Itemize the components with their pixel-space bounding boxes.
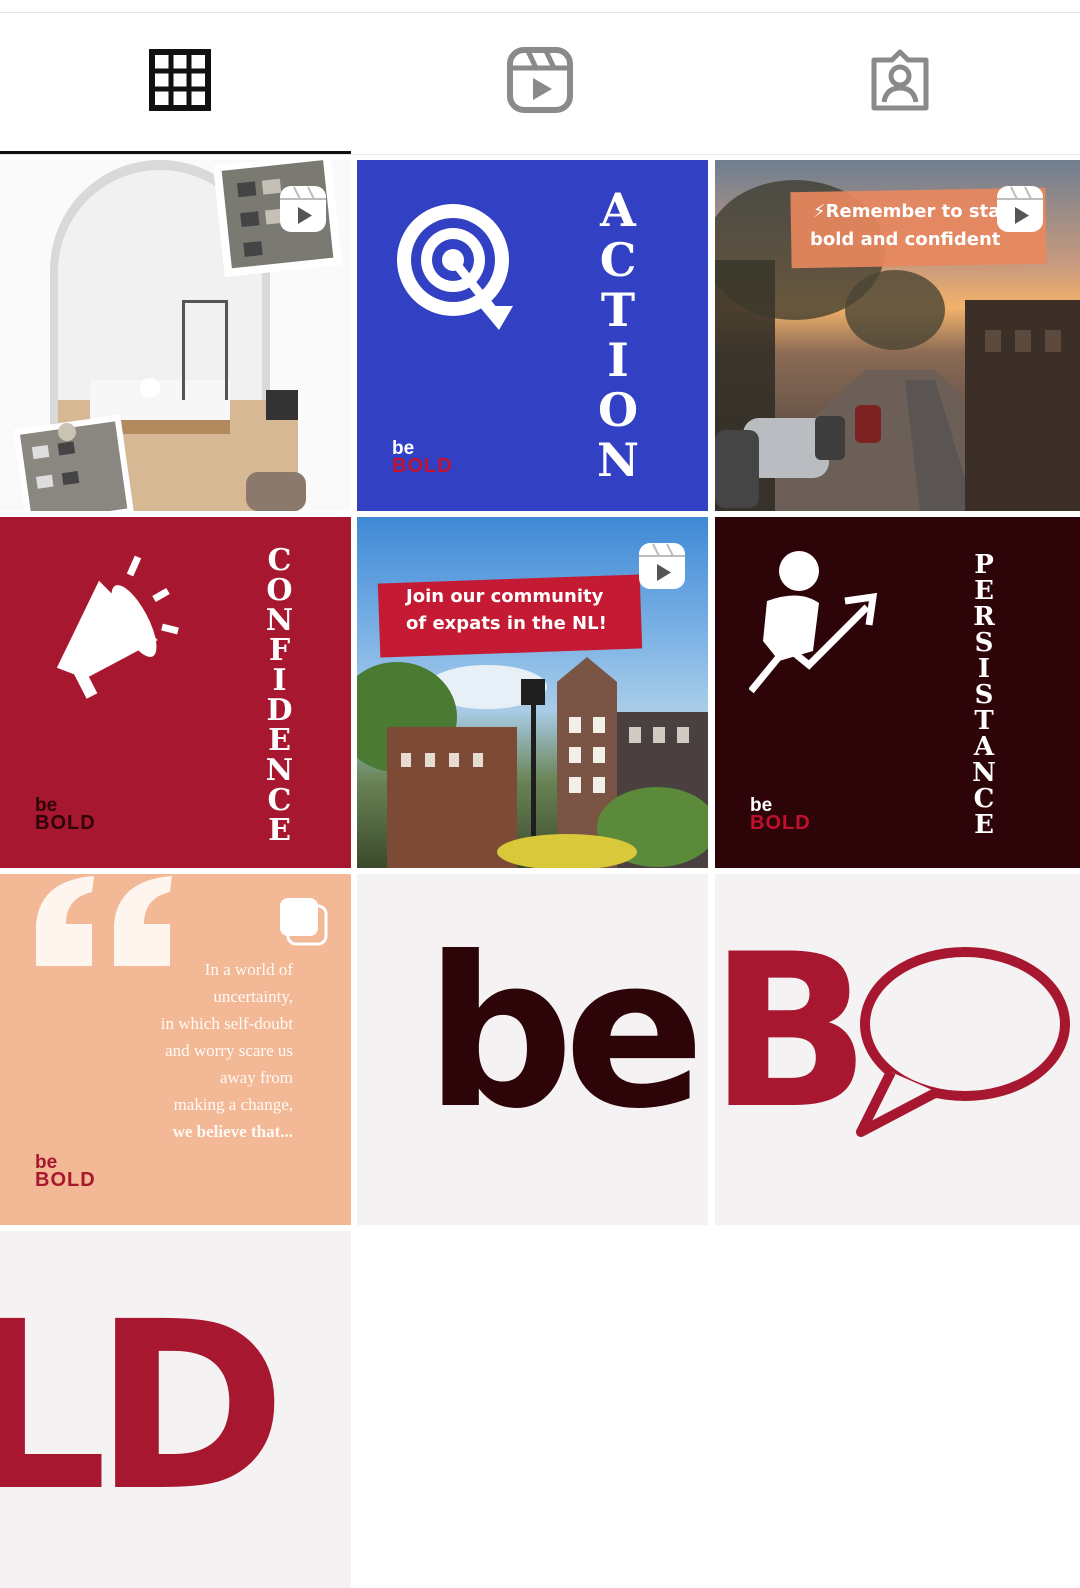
post3-caption-line1: ⚡Remember to stay bbox=[813, 201, 1012, 222]
quote-line: and worry scare us bbox=[165, 1041, 293, 1060]
logo-part-be: be bbox=[425, 913, 705, 1155]
megaphone-icon bbox=[56, 555, 179, 699]
logo-bold: BOLD bbox=[392, 455, 453, 477]
post-word-persistance: PERSISTANCE bbox=[969, 550, 999, 836]
reel-badge-icon bbox=[997, 186, 1043, 232]
tagged-person-icon bbox=[871, 49, 929, 111]
bebold-logo: be BOLD bbox=[392, 439, 453, 477]
post-tile-confidence[interactable]: CONFIDENCE be BOLD bbox=[0, 517, 351, 868]
post-tile-persistance[interactable]: PERSISTANCE be BOLD bbox=[715, 517, 1080, 868]
quote-line: making a change, bbox=[173, 1095, 293, 1114]
bebold-logo: be BOLD bbox=[35, 796, 96, 834]
tabs-divider bbox=[0, 154, 1080, 155]
post-word-confidence: CONFIDENCE bbox=[262, 543, 297, 843]
post-tile-amsterdam[interactable]: Join our community of expats in the NL! bbox=[357, 517, 708, 868]
post-word-action: ACTION bbox=[591, 183, 645, 483]
logo-bold: BOLD bbox=[35, 1169, 96, 1191]
quote-line: away from bbox=[219, 1068, 293, 1087]
bebold-logo: be BOLD bbox=[35, 1153, 96, 1191]
person-climbing-icon bbox=[749, 551, 878, 694]
target-icon bbox=[397, 204, 513, 330]
quote-line: uncertainty, bbox=[213, 987, 293, 1006]
carousel-icon bbox=[280, 898, 328, 946]
logo-part-ld: LD bbox=[0, 1272, 286, 1542]
post3-caption-line2: bold and confident bbox=[810, 229, 1001, 250]
logo-bold: BOLD bbox=[750, 812, 811, 834]
bebold-logo: be BOLD bbox=[750, 796, 811, 834]
quote-line: In a world of bbox=[204, 960, 293, 979]
post-tile-quote[interactable]: In a world of uncertainty, in which self… bbox=[0, 874, 351, 1225]
quote-marks-icon bbox=[36, 876, 172, 966]
quote-text: In a world of uncertainty, in which self… bbox=[161, 956, 293, 1145]
reel-badge-icon bbox=[639, 543, 685, 589]
quote-line: in which self-doubt bbox=[160, 1014, 293, 1033]
post5-caption-line2: of expats in the NL! bbox=[406, 613, 607, 634]
post-tile-logo-be[interactable]: be bbox=[357, 874, 708, 1225]
post-tile-logo-b[interactable]: B bbox=[715, 874, 1080, 1225]
quote-last-line: we believe that... bbox=[172, 1122, 293, 1141]
reels-icon bbox=[507, 47, 573, 113]
logo-bold: BOLD bbox=[35, 812, 96, 834]
grid-icon bbox=[149, 49, 211, 111]
reel-badge-icon bbox=[280, 186, 326, 232]
post-tile-logo-ld[interactable]: LD bbox=[0, 1231, 351, 1588]
tab-reels[interactable] bbox=[360, 13, 720, 155]
post5-caption-line1: Join our community bbox=[406, 586, 604, 607]
post-tile-street[interactable]: ⚡Remember to stay bold and confident bbox=[715, 160, 1080, 511]
post-tile-action[interactable]: ACTION be BOLD bbox=[357, 160, 708, 511]
tab-posts[interactable] bbox=[0, 13, 360, 155]
profile-tabs bbox=[0, 13, 1080, 155]
tab-tagged[interactable] bbox=[720, 13, 1080, 155]
speech-bubble-icon bbox=[856, 947, 1070, 1137]
post-tile-apartment[interactable] bbox=[0, 160, 351, 511]
